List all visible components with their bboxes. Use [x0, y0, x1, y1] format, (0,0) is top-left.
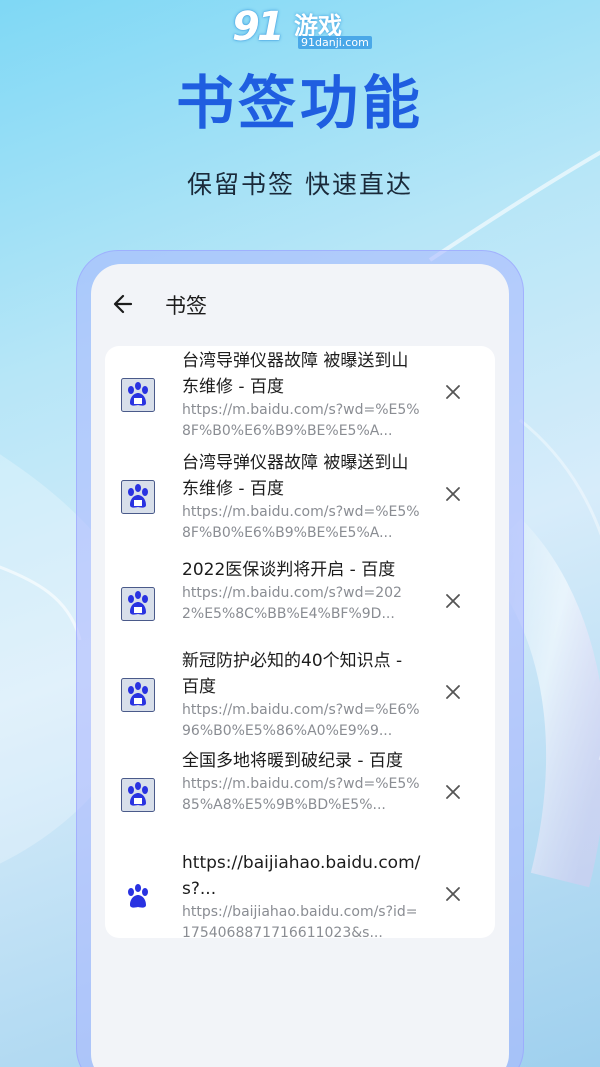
bookmark-url: https://baijiahao.baidu.com/s?id=1754068…: [182, 904, 418, 941]
baidu-paw-icon: [121, 480, 155, 514]
delete-bookmark-button[interactable]: [439, 880, 467, 908]
brand-logo: 91 游戏 91danji.com: [232, 4, 372, 54]
app-screen: 书签 台湾导弹仪器故障 被曝送到山东维修 - 百度 https://m.baidu…: [91, 264, 509, 1067]
bookmark-title[interactable]: 2022医保谈判将开启 - 百度: [182, 557, 422, 583]
bookmark-title[interactable]: 台湾导弹仪器故障 被曝送到山东维修 - 百度: [182, 450, 422, 502]
bookmark-texts: https://baijiahao.baidu.com/s?... https:/…: [182, 850, 422, 944]
close-icon: [446, 685, 460, 699]
delete-bookmark-button[interactable]: [439, 587, 467, 615]
arrow-left-icon: [113, 294, 133, 314]
bookmark-item[interactable]: 台湾导弹仪器故障 被曝送到山东维修 - 百度 https://m.baidu.co…: [105, 450, 495, 546]
delete-bookmark-button[interactable]: [439, 480, 467, 508]
bookmark-url: https://m.baidu.com/s?wd=%E6%96%B0%E5%86…: [182, 702, 420, 739]
page-title: 书签: [165, 294, 207, 318]
app-top-bar: 书签: [91, 282, 509, 326]
bookmark-texts: 2022医保谈判将开启 - 百度 https://m.baidu.com/s?wd…: [182, 557, 422, 625]
baidu-paw-icon: [121, 778, 155, 812]
close-icon: [446, 487, 460, 501]
back-button[interactable]: [105, 286, 141, 322]
bookmark-url: https://m.baidu.com/s?wd=%E5%85%A8%E5%9B…: [182, 776, 420, 813]
bookmark-texts: 台湾导弹仪器故障 被曝送到山东维修 - 百度 https://m.baidu.co…: [182, 348, 422, 442]
close-icon: [446, 887, 460, 901]
bookmark-title[interactable]: 新冠防护必知的40个知识点 - 百度: [182, 648, 422, 700]
baidu-paw-icon: [121, 678, 155, 712]
promo-headline: 书签功能: [175, 69, 424, 137]
bookmark-item[interactable]: 台湾导弹仪器故障 被曝送到山东维修 - 百度 https://m.baidu.co…: [105, 348, 495, 444]
bookmark-url: https://m.baidu.com/s?wd=%E5%8F%B0%E6%B9…: [182, 504, 420, 541]
bookmark-item[interactable]: 新冠防护必知的40个知识点 - 百度 https://m.baidu.com/s?…: [105, 648, 495, 744]
delete-bookmark-button[interactable]: [439, 378, 467, 406]
bookmark-title[interactable]: https://baijiahao.baidu.com/s?...: [182, 850, 422, 902]
close-icon: [446, 594, 460, 608]
close-icon: [446, 385, 460, 399]
baidu-paw-icon: [121, 587, 155, 621]
bookmark-title[interactable]: 台湾导弹仪器故障 被曝送到山东维修 - 百度: [182, 348, 422, 400]
bookmark-url: https://m.baidu.com/s?wd=%E5%8F%B0%E6%B9…: [182, 402, 420, 439]
close-icon: [446, 785, 460, 799]
bookmark-item[interactable]: https://baijiahao.baidu.com/s?... https:/…: [105, 850, 495, 946]
delete-bookmark-button[interactable]: [439, 778, 467, 806]
promo-subline: 保留书签 快速直达: [187, 170, 413, 199]
bookmark-texts: 台湾导弹仪器故障 被曝送到山东维修 - 百度 https://m.baidu.co…: [182, 450, 422, 544]
bookmark-title[interactable]: 全国多地将暖到破纪录 - 百度: [182, 748, 422, 774]
bookmark-item[interactable]: 全国多地将暖到破纪录 - 百度 https://m.baidu.com/s?wd=…: [105, 748, 495, 844]
bookmark-url: https://m.baidu.com/s?wd=2022%E5%8C%BB%E…: [182, 585, 402, 622]
logo-number: 91: [232, 4, 285, 50]
baidu-paw-icon: [121, 880, 155, 914]
bookmark-texts: 新冠防护必知的40个知识点 - 百度 https://m.baidu.com/s?…: [182, 648, 422, 742]
logo-domain: 91danji.com: [298, 36, 372, 49]
bookmark-list: 台湾导弹仪器故障 被曝送到山东维修 - 百度 https://m.baidu.co…: [105, 346, 495, 941]
bookmark-item[interactable]: 2022医保谈判将开启 - 百度 https://m.baidu.com/s?wd…: [105, 557, 495, 653]
baidu-paw-icon: [121, 378, 155, 412]
bookmark-texts: 全国多地将暖到破纪录 - 百度 https://m.baidu.com/s?wd=…: [182, 748, 422, 816]
delete-bookmark-button[interactable]: [439, 678, 467, 706]
